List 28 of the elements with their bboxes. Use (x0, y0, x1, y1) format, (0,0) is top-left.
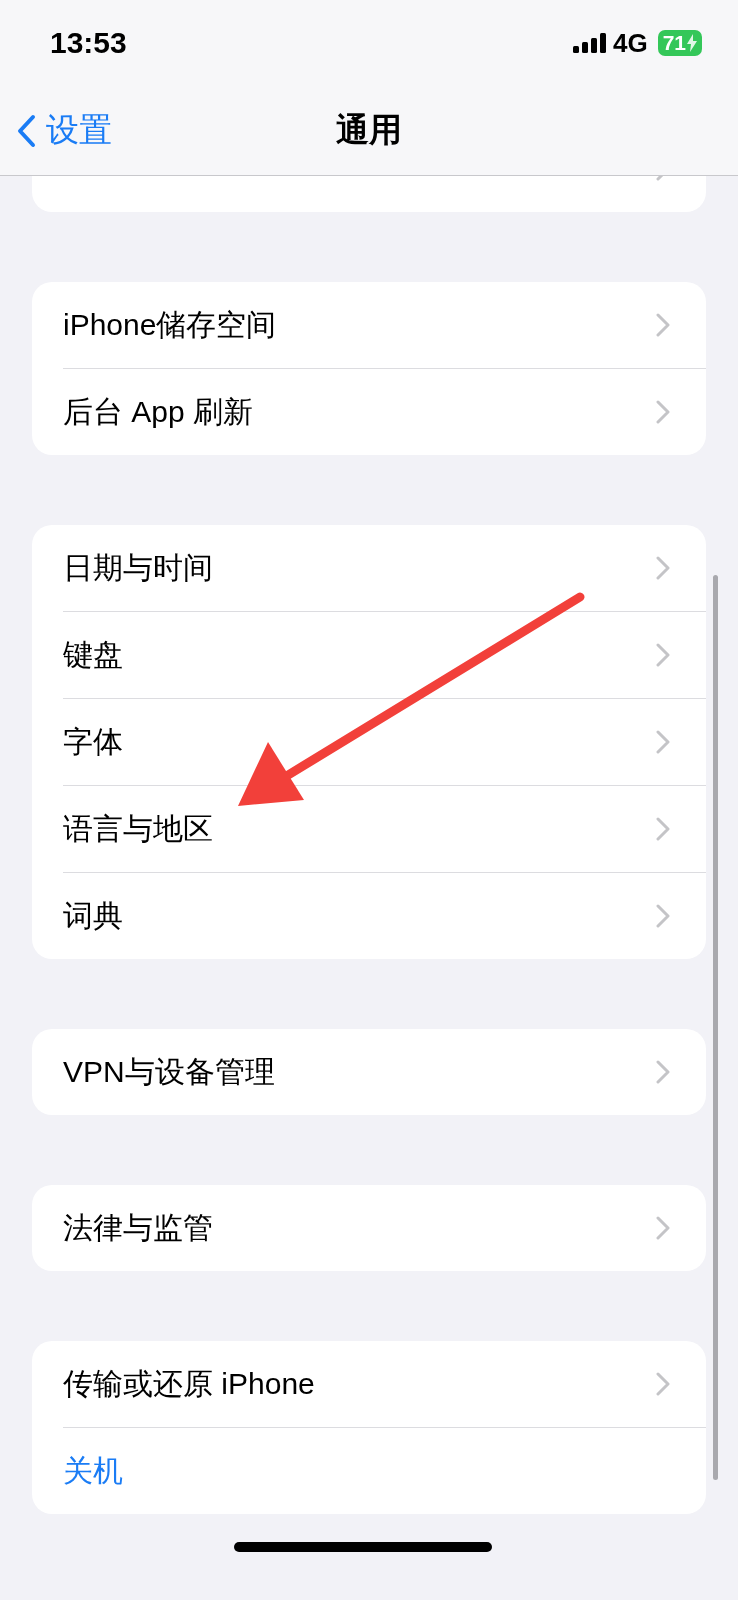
settings-item[interactable]: 字体 (63, 721, 123, 763)
chevron-icon (656, 400, 670, 424)
chevron-icon (656, 1060, 670, 1084)
page-title: 通用 (336, 110, 402, 150)
settings-item[interactable]: 后台 App 刷新 (63, 391, 254, 433)
chevron-icon (656, 556, 670, 580)
chevron-icon (656, 904, 670, 928)
status-time: 13:53 (50, 26, 127, 60)
settings-item[interactable]: iPhone储存空间 (63, 304, 277, 346)
network-label: 4G (612, 27, 648, 59)
settings-item[interactable]: 词典 (63, 895, 123, 937)
chevron-icon (656, 643, 670, 667)
settings-item[interactable]: 传输或还原 iPhone (63, 1363, 315, 1405)
shutdown-link[interactable]: 关机 (63, 1450, 123, 1492)
settings-item[interactable]: 键盘 (63, 634, 123, 676)
settings-item[interactable]: 语言与地区 (63, 808, 213, 850)
chevron-icon (656, 1372, 670, 1396)
chevron-icon (656, 1216, 670, 1240)
settings-item[interactable]: VPN与设备管理 (63, 1051, 275, 1093)
battery-indicator: 71 (657, 30, 702, 56)
settings-item[interactable]: 法律与监管 (63, 1207, 213, 1249)
chevron-icon (656, 730, 670, 754)
chevron-icon (656, 313, 670, 337)
settings-item[interactable]: 日期与时间 (63, 547, 213, 589)
chevron-icon (656, 817, 670, 841)
back-icon (16, 113, 36, 148)
back-button[interactable]: 设置 (0, 108, 112, 153)
signal-icon (572, 33, 607, 53)
